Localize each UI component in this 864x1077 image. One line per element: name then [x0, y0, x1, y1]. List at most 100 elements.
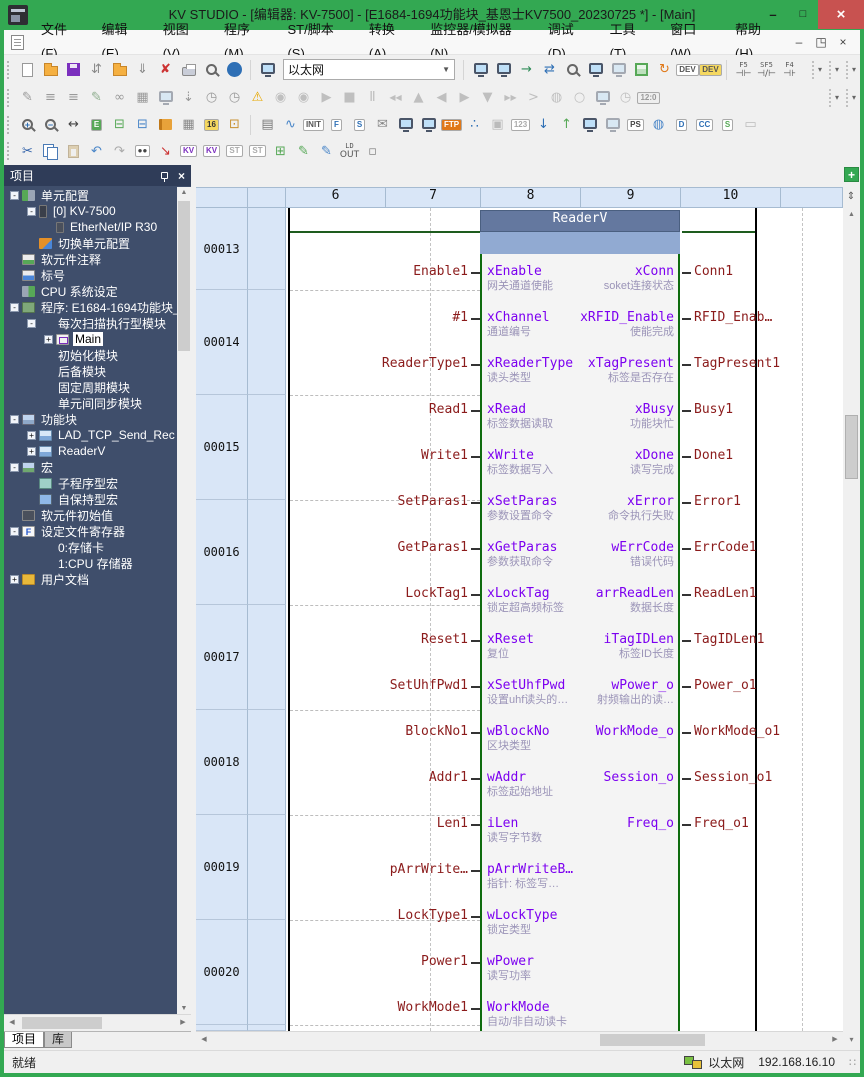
force-button[interactable]: F [325, 114, 348, 136]
input-operand[interactable]: Power1 [292, 955, 468, 969]
record1-button[interactable]: ◉ [269, 87, 292, 109]
placeholder-button[interactable]: ▭ [739, 114, 762, 136]
tree-item[interactable]: 软元件初始值 [4, 507, 177, 523]
open-unit-program-button[interactable] [108, 59, 131, 81]
tree-item[interactable]: +Main [4, 331, 177, 347]
input-operand[interactable]: SetParas1 [292, 495, 468, 509]
watch-doc-button[interactable]: ◷ [223, 87, 246, 109]
device-usage-button[interactable]: ▦ [177, 114, 200, 136]
skip-end-button[interactable]: ▶▶ [499, 87, 522, 109]
undo-button[interactable]: ↶ [85, 140, 108, 162]
input-operand[interactable]: Len1 [292, 817, 468, 831]
fit-width-button[interactable]: ↔ [62, 114, 85, 136]
tree-scroll-thumb[interactable] [178, 201, 190, 351]
scroll-up-icon[interactable]: ▲ [177, 189, 191, 196]
copy-button[interactable] [39, 140, 62, 162]
camera-button[interactable]: ▣ [486, 114, 509, 136]
tree-item[interactable]: EtherNet/IP R30 [4, 219, 177, 235]
tree-item[interactable]: 固定周期模块 [4, 379, 177, 395]
unit-monitor-button[interactable] [578, 114, 601, 136]
d-link-button[interactable]: D [670, 114, 693, 136]
output-operand[interactable]: RFID_Enab… [694, 311, 772, 325]
ld-out-button[interactable]: LDOUT [338, 140, 361, 162]
st-edit-button[interactable]: ST [223, 140, 246, 162]
skip-start-button[interactable]: ◀◀ [384, 87, 407, 109]
box-select-button[interactable]: ▫ [361, 140, 384, 162]
add-view-button[interactable]: + [844, 167, 859, 182]
verify-button[interactable] [561, 59, 584, 81]
pin-icon[interactable] [161, 172, 168, 179]
redo-button[interactable]: ↷ [108, 140, 131, 162]
output-operand[interactable]: TagIDLen1 [694, 633, 764, 647]
tree-item[interactable]: -功能块 [4, 411, 177, 427]
edit-rung2-button[interactable]: ✎ [315, 140, 338, 162]
input-operand[interactable]: ReaderType1 [292, 357, 468, 371]
editor-hscroll-thumb[interactable] [600, 1034, 705, 1046]
input-operand[interactable]: BlockNo1 [292, 725, 468, 739]
save-project-button[interactable] [62, 59, 85, 81]
delete-unit-program-button[interactable]: ✘ [154, 59, 177, 81]
save-unit-program-button[interactable]: ⇓ [131, 59, 154, 81]
reference-book-button[interactable] [154, 114, 177, 136]
hand-pause-button[interactable]: ○ [568, 87, 591, 109]
comm-settings-button[interactable] [256, 59, 279, 81]
tree-item[interactable]: -程序: E1684-1694功能块_ [4, 299, 177, 315]
pause-circle-button[interactable]: ◍ [545, 87, 568, 109]
f5-contact-button[interactable]: F5⊣⊢ [732, 59, 755, 81]
edit-list-button[interactable]: ≡ [39, 87, 62, 109]
output-operand[interactable]: Freq_o1 [694, 817, 749, 831]
close-button[interactable]: × [818, 0, 864, 29]
play-button[interactable]: ▶ [315, 87, 338, 109]
output-operand[interactable]: Session_o1 [694, 771, 772, 785]
insert-rung-button[interactable]: ⊞ [269, 140, 292, 162]
new-project-button[interactable] [16, 59, 39, 81]
stop-button[interactable]: ■ [338, 87, 361, 109]
expand-icon[interactable]: + [27, 447, 36, 456]
maximize-button[interactable]: □ [788, 0, 818, 29]
trend-chart-button[interactable]: ∿ [279, 114, 302, 136]
device-ladder-button[interactable]: ⊡ [223, 114, 246, 136]
toolbar-overflow-button[interactable]: ▾ [846, 89, 860, 107]
tree-item[interactable]: 单元间同步模块 [4, 395, 177, 411]
tab-library[interactable]: 库 [44, 1032, 72, 1048]
tree-item[interactable]: 后备模块 [4, 363, 177, 379]
record2-button[interactable]: ◉ [292, 87, 315, 109]
pc-transfer-button[interactable] [154, 87, 177, 109]
st-edit2-button[interactable]: ST [246, 140, 269, 162]
ps-button[interactable]: PS [624, 114, 647, 136]
split-view2-button[interactable]: ⊟ [131, 114, 154, 136]
comment-monitor-button[interactable] [492, 59, 515, 81]
frame-back-button[interactable]: ◀ [430, 87, 453, 109]
output-operand[interactable]: Error1 [694, 495, 741, 509]
device-monitor-button[interactable]: DEV [676, 59, 699, 81]
find-button[interactable]: ●● [131, 140, 154, 162]
tree-item[interactable]: 1:CPU 存储器 [4, 555, 177, 571]
expand-icon[interactable]: + [10, 575, 19, 584]
expand-icon[interactable]: + [27, 431, 36, 440]
simulator-button[interactable] [584, 59, 607, 81]
output-operand[interactable]: Done1 [694, 449, 733, 463]
read-unit-program-button[interactable]: ⇵ [85, 59, 108, 81]
panel-close-icon[interactable]: × [178, 170, 185, 182]
circuit-view-button[interactable]: ▦ [131, 87, 154, 109]
input-operand[interactable]: GetParas1 [292, 541, 468, 555]
tree-item[interactable]: 子程序型宏 [4, 475, 177, 491]
device-16-button[interactable]: 16 [200, 114, 223, 136]
monitor-warning-button[interactable]: ⚠ [246, 87, 269, 109]
step-run-button[interactable]: > [522, 87, 545, 109]
ftp-button[interactable]: FTP [440, 114, 463, 136]
plc-write-button[interactable]: ↑ [555, 114, 578, 136]
scroll-right-icon[interactable]: ▶ [175, 1015, 191, 1031]
scroll-down-icon[interactable]: ▼ [177, 1005, 191, 1012]
split-handle-icon[interactable]: ⇕ [845, 190, 857, 204]
ladder-canvas[interactable]: 0001300014000150001600017000180001900020… [196, 208, 843, 1031]
tree-item[interactable]: +LAD_TCP_Send_Rec [4, 427, 177, 443]
draw-wire-button[interactable]: ✎ [16, 87, 39, 109]
tree-item[interactable]: -[0] KV-7500 [4, 203, 177, 219]
mdi-minimize-button[interactable]: – [788, 30, 810, 54]
tree-item[interactable]: 标号 [4, 267, 177, 283]
tree-item[interactable]: -宏 [4, 459, 177, 475]
mdi-restore-button[interactable]: ◳ [810, 30, 832, 54]
kv-transfer-button[interactable]: KV [200, 140, 223, 162]
open-project-button[interactable] [39, 59, 62, 81]
